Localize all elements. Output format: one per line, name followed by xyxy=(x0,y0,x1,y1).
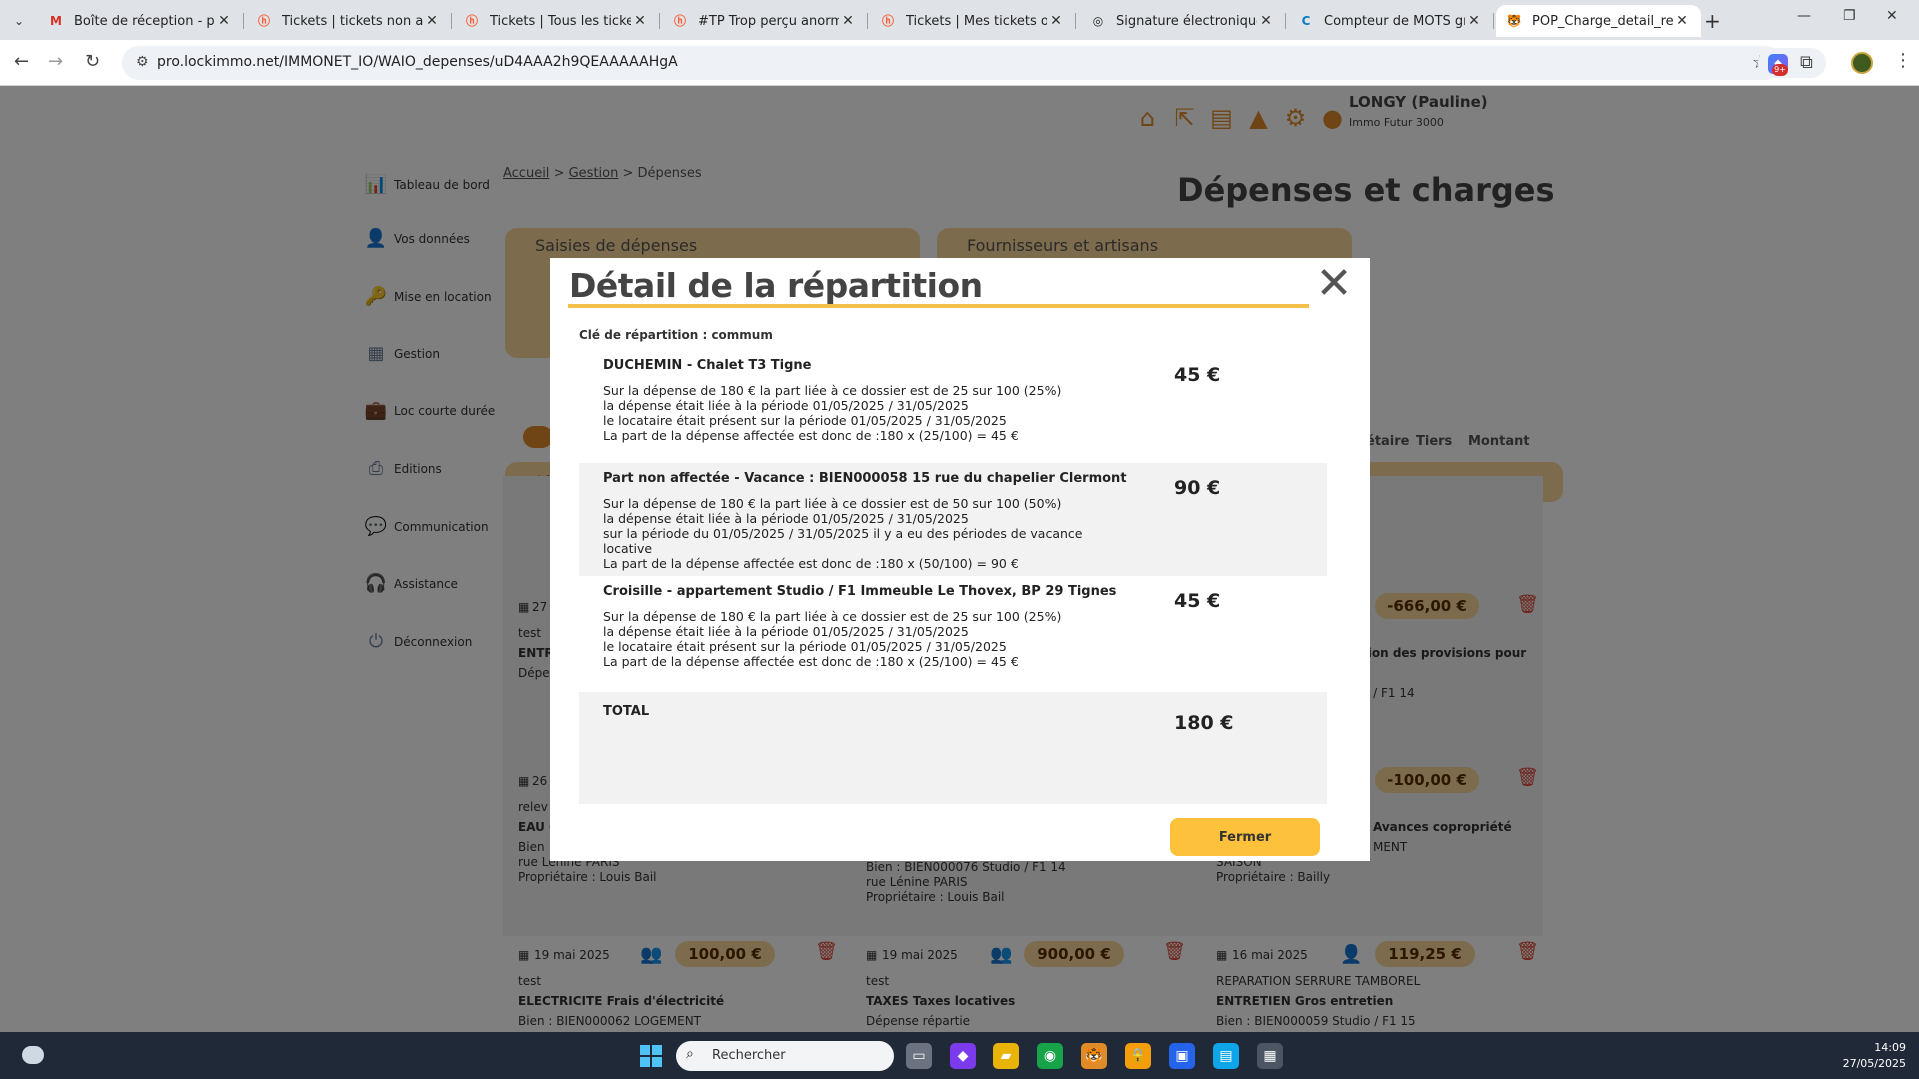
taskbar-search[interactable]: ⌕ Rechercher xyxy=(676,1041,894,1071)
copilot-app-icon[interactable]: ◆ xyxy=(950,1043,976,1069)
repartition-modal: Détail de la répartition ✕ Clé de répart… xyxy=(550,258,1370,861)
row-detail-line: La part de la dépense affectée est donc … xyxy=(603,428,1019,443)
browser-tab[interactable]: C Compteur de MOTS gratu✕ xyxy=(1288,5,1494,37)
hubspot-icon: ⓗ xyxy=(257,14,270,28)
row-title: Part non affectée - Vacance : BIEN000058… xyxy=(603,471,1127,486)
browser-tab[interactable]: M Boîte de réception - plonç✕ xyxy=(38,5,244,37)
forward-arrow-icon[interactable]: → xyxy=(48,51,63,72)
browser-tab[interactable]: ⓗ Tickets | Mes tickets ouve✕ xyxy=(870,5,1076,37)
new-tab-plus-icon[interactable]: + xyxy=(1704,9,1721,33)
url-bar[interactable]: ⚙ pro.lockimmo.net/IMMONET_IO/WAIO_depen… xyxy=(122,46,1782,80)
extensions-puzzle-icon[interactable]: ⧉ xyxy=(1800,52,1813,73)
lockimmo-app-icon[interactable]: 🐯 xyxy=(1081,1043,1107,1069)
tab-title: POP_Charge_detail_repar xyxy=(1532,13,1673,29)
signature-icon: ◎ xyxy=(1092,14,1104,28)
reload-icon[interactable]: ↻ xyxy=(85,51,100,72)
browser-tab[interactable]: ⓗ Tickets | Tous les tickets ✕ xyxy=(454,5,660,37)
taskbar-search-placeholder: Rechercher xyxy=(712,1048,786,1063)
repartition-row: DUCHEMIN - Chalet T3 Tigne 45 € Sur la dép… xyxy=(579,350,1327,463)
close-window-icon[interactable]: ✕ xyxy=(1886,8,1898,24)
tab-close-icon[interactable]: ✕ xyxy=(215,13,233,29)
tab-close-icon[interactable]: ✕ xyxy=(839,13,857,29)
tab-close-icon[interactable]: ✕ xyxy=(1673,13,1691,29)
tab-title: Signature électronique pc xyxy=(1116,13,1257,29)
row-detail-line: le locataire était présent sur la périod… xyxy=(603,639,1007,654)
tab-title: Tickets | Mes tickets ouve xyxy=(906,13,1047,29)
tab-close-icon[interactable]: ✕ xyxy=(631,13,649,29)
row-detail-line: Sur la dépense de 180 € la part liée à c… xyxy=(603,496,1062,511)
repartition-row: Croisille - appartement Studio / F1 Imme… xyxy=(579,576,1327,689)
tab-title: Boîte de réception - plonç xyxy=(74,13,215,29)
row-detail-line: La part de la dépense affectée est donc … xyxy=(603,556,1019,571)
row-title: DUCHEMIN - Chalet T3 Tigne xyxy=(603,358,812,373)
browser-tab[interactable]: ⓗ Tickets | tickets non attrib✕ xyxy=(246,5,452,37)
row-detail-line: la dépense était liée à la période 01/05… xyxy=(603,398,969,413)
total-amount: 180 € xyxy=(1174,712,1234,734)
clock-date[interactable]: 27/05/2025 xyxy=(1834,1057,1906,1070)
tab-close-icon[interactable]: ✕ xyxy=(1257,13,1275,29)
row-detail-line: la dépense était liée à la période 01/05… xyxy=(603,511,969,526)
title-underline xyxy=(568,304,1309,308)
calculator-app-icon[interactable]: ▦ xyxy=(1257,1043,1283,1069)
row-detail-line: le locataire était présent sur la périod… xyxy=(603,413,1007,428)
tab-title: Tickets | tickets non attrib xyxy=(282,13,423,29)
row-amount: 45 € xyxy=(1174,590,1221,612)
clock-time[interactable]: 14:09 xyxy=(1856,1041,1906,1054)
row-amount: 45 € xyxy=(1174,364,1221,386)
row-detail-line: Sur la dépense de 180 € la part liée à c… xyxy=(603,383,1062,398)
repartition-row: Part non affectée - Vacance : BIEN000058… xyxy=(579,463,1327,576)
row-detail-line: Sur la dépense de 180 € la part liée à c… xyxy=(603,609,1062,624)
tab-title: Compteur de MOTS gratu xyxy=(1324,13,1465,29)
close-icon[interactable]: ✕ xyxy=(1312,262,1356,308)
row-detail-line: la dépense était liée à la période 01/05… xyxy=(603,624,969,639)
notepad-app-icon[interactable]: ▤ xyxy=(1213,1043,1239,1069)
total-label: TOTAL xyxy=(603,704,650,719)
extension-badge: 9+ xyxy=(1772,64,1788,76)
modal-title: Détail de la répartition xyxy=(569,266,983,305)
tab-close-icon[interactable]: ✕ xyxy=(1047,13,1065,29)
restore-icon[interactable]: ❐ xyxy=(1843,8,1856,24)
row-amount: 90 € xyxy=(1174,477,1221,499)
tab-search-chevron-icon[interactable]: ⌄ xyxy=(8,10,30,32)
lockimmo-icon: 🐯 xyxy=(1506,14,1522,28)
browser-tab[interactable]: ⓗ #TP Trop perçu anormal ✕ xyxy=(662,5,868,37)
browser-tab[interactable]: 🐯 POP_Charge_detail_repar✕ xyxy=(1496,5,1701,37)
tab-title: #TP Trop perçu anormal xyxy=(698,13,839,29)
total-row: TOTAL 180 € xyxy=(579,692,1327,804)
tab-close-icon[interactable]: ✕ xyxy=(423,13,441,29)
row-title: Croisille - appartement Studio / F1 Imme… xyxy=(603,584,1117,599)
hubspot-icon: ⓗ xyxy=(465,14,478,28)
fermer-button[interactable]: Fermer xyxy=(1170,818,1320,856)
tab-close-icon[interactable]: ✕ xyxy=(1465,13,1483,29)
compteur-icon: C xyxy=(1301,14,1311,28)
profile-avatar[interactable] xyxy=(1851,52,1873,74)
row-detail-line: sur la période du 01/05/2025 / 31/05/202… xyxy=(603,526,1083,556)
windows-taskbar: ⌕ Rechercher ▭ ◆ ▰ ◉ 🐯 🔒 ▣ ▤ ▦ 14:09 27/… xyxy=(0,1032,1919,1079)
site-info-icon[interactable]: ⚙ xyxy=(136,54,149,70)
minimize-icon[interactable]: — xyxy=(1797,8,1811,24)
tab-title: Tickets | Tous les tickets xyxy=(490,13,631,29)
windows-start-icon[interactable] xyxy=(640,1045,662,1067)
gmail-icon: M xyxy=(50,14,62,28)
address-toolbar: ← → ↻ ⚙ pro.lockimmo.net/IMMONET_IO/WAIO… xyxy=(0,40,1919,86)
lock-app-icon[interactable]: 🔒 xyxy=(1125,1043,1151,1069)
chrome-icon[interactable]: ◉ xyxy=(1037,1043,1063,1069)
hubspot-icon: ⓗ xyxy=(881,14,894,28)
repartition-key-label: Clé de répartition : commum xyxy=(579,328,773,342)
weather-widget-icon[interactable] xyxy=(22,1046,44,1064)
search-icon: ⌕ xyxy=(686,1046,694,1062)
back-arrow-icon[interactable]: ← xyxy=(14,51,29,72)
hubspot-icon: ⓗ xyxy=(673,14,686,28)
teams-app-icon[interactable]: ▣ xyxy=(1169,1043,1195,1069)
browser-menu-icon[interactable]: ⋮ xyxy=(1894,50,1912,71)
row-detail-line: La part de la dépense affectée est donc … xyxy=(603,654,1019,669)
browser-tab[interactable]: ◎ Signature électronique pc✕ xyxy=(1080,5,1286,37)
url-text[interactable]: pro.lockimmo.net/IMMONET_IO/WAIO_depense… xyxy=(157,54,678,70)
tab-strip: ⌄ MBoîte de réception - plonç✕ⓗTickets |… xyxy=(0,0,1919,40)
task-view-icon[interactable]: ▭ xyxy=(906,1043,932,1069)
file-explorer-icon[interactable]: ▰ xyxy=(993,1043,1019,1069)
